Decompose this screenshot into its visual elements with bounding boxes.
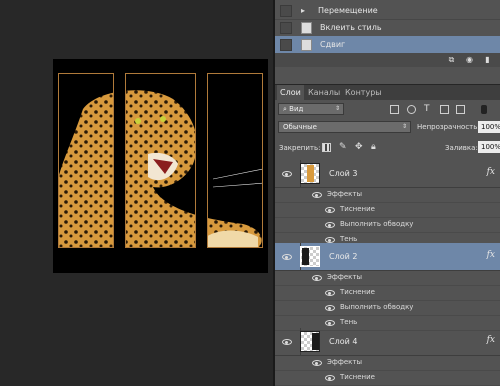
document-workspace[interactable] — [0, 0, 273, 386]
checkerboard-lock-icon[interactable] — [322, 143, 331, 152]
layer-row[interactable]: Слой 4 fx — [275, 328, 500, 356]
chevron-down-icon: ⇕ — [401, 123, 407, 130]
trash-icon[interactable]: ▮ — [483, 56, 492, 64]
eye-icon[interactable] — [282, 254, 292, 260]
opacity-input[interactable]: 100% — [478, 121, 500, 133]
eye-column — [275, 243, 301, 270]
eye-icon[interactable] — [325, 290, 335, 296]
history-footer: ⧉ ◉ ▮ — [275, 53, 500, 67]
eye-icon[interactable] — [312, 192, 322, 198]
history-item-nudge[interactable]: Сдвиг — [275, 36, 500, 54]
effect-row[interactable]: Тиснение — [275, 286, 500, 301]
move-icon[interactable]: ✥ — [355, 143, 363, 152]
brush-icon[interactable]: ✎ — [339, 143, 347, 152]
effect-label: Тень — [340, 318, 358, 326]
adjustment-filter-icon[interactable] — [407, 105, 416, 114]
effects-label: Эффекты — [327, 358, 362, 366]
eye-icon[interactable] — [312, 360, 322, 366]
fill-label: Заливка: — [445, 144, 478, 152]
layer-name[interactable]: Слой 3 — [329, 169, 357, 178]
text-filter-icon[interactable]: T — [424, 105, 430, 114]
eye-icon[interactable] — [325, 375, 335, 381]
effect-label: Тиснение — [340, 205, 375, 213]
eye-icon[interactable] — [325, 207, 335, 213]
layer-filter-select[interactable]: ⌕ Вид ⇕ — [278, 103, 344, 115]
document-icon — [301, 38, 312, 51]
history-item-label: Перемещение — [318, 6, 378, 15]
effect-row[interactable]: Выполнить обводку — [275, 218, 500, 233]
fx-icon[interactable]: fx — [487, 250, 495, 260]
effects-row[interactable]: Эффекты — [275, 356, 500, 371]
layer-row-selected[interactable]: Слой 2 fx — [275, 243, 500, 271]
history-item-move[interactable]: ▸ Перемещение — [275, 2, 500, 20]
frame-panel-1 — [58, 73, 114, 248]
effects-row[interactable]: Эффекты — [275, 188, 500, 203]
right-panel-dock: ▸ Перемещение Вклеить стиль Сдвиг ⧉ ◉ ▮ … — [275, 0, 500, 386]
eye-icon[interactable] — [282, 171, 292, 177]
effects-row[interactable]: Эффекты — [275, 271, 500, 286]
filter-select-value: Вид — [289, 105, 304, 113]
document-icon — [301, 21, 312, 34]
smart-object-filter-icon[interactable] — [456, 105, 465, 114]
eye-column — [275, 160, 301, 187]
layer-thumbnail — [300, 246, 320, 267]
effect-label: Выполнить обводку — [340, 220, 414, 228]
filter-toggle[interactable] — [481, 105, 487, 114]
padlock-icon[interactable]: 🔒︎ — [371, 143, 376, 152]
camera-icon[interactable]: ◉ — [465, 56, 474, 64]
history-checkbox[interactable] — [280, 38, 292, 51]
shape-filter-icon[interactable] — [440, 105, 449, 114]
eye-column — [275, 328, 301, 355]
fx-icon[interactable]: fx — [487, 167, 495, 177]
layer-name[interactable]: Слой 2 — [329, 252, 357, 261]
lock-label: Закрепить: — [279, 144, 321, 152]
frame-panel-3 — [207, 73, 263, 248]
tab-paths[interactable]: Контуры — [342, 85, 385, 100]
blend-mode-select[interactable]: Обычные ⇕ — [278, 121, 411, 133]
layer-name[interactable]: Слой 4 — [329, 337, 357, 346]
layer-thumbnail — [300, 163, 320, 184]
document-canvas[interactable] — [53, 59, 268, 273]
layer-filter-row: ⌕ Вид ⇕ T — [275, 99, 500, 119]
history-item-label: Вклеить стиль — [320, 23, 382, 32]
effect-row[interactable]: Тиснение — [275, 203, 500, 218]
panel-tabs: Слои Каналы Контуры — [275, 84, 500, 100]
new-document-icon[interactable]: ⧉ — [447, 56, 456, 64]
opacity-label: Непрозрачность: — [417, 123, 480, 131]
image-filter-icon[interactable] — [390, 105, 399, 114]
tab-layers[interactable]: Слои — [277, 85, 304, 100]
fill-input[interactable]: 100% — [478, 141, 500, 153]
fx-icon[interactable]: fx — [487, 335, 495, 345]
effect-label: Тень — [340, 235, 358, 243]
effects-label: Эффекты — [327, 273, 362, 281]
effect-row[interactable]: Выполнить обводку — [275, 301, 500, 316]
effect-row[interactable]: Тиснение — [275, 371, 500, 386]
eye-icon[interactable] — [325, 320, 335, 326]
lock-row: Закрепить: ✎ ✥ 🔒︎ Заливка: 100% — [275, 138, 500, 158]
layers-list[interactable]: Слой 3 fx Эффекты Тиснение Выполнить обв… — [275, 158, 500, 386]
history-checkbox[interactable] — [280, 21, 292, 34]
effect-label: Тиснение — [340, 373, 375, 381]
chevron-down-icon: ⇕ — [334, 105, 340, 112]
effect-label: Тиснение — [340, 288, 375, 296]
eye-icon[interactable] — [325, 222, 335, 228]
frame-panel-2 — [125, 73, 196, 248]
history-item-label: Сдвиг — [320, 40, 346, 49]
layer-thumbnail — [300, 331, 320, 352]
eye-icon[interactable] — [325, 305, 335, 311]
move-tool-icon: ▸ — [301, 5, 306, 15]
eye-icon[interactable] — [312, 275, 322, 281]
layer-row[interactable]: Слой 3 fx — [275, 160, 500, 188]
history-item-paste-style[interactable]: Вклеить стиль — [275, 19, 500, 37]
effect-label: Выполнить обводку — [340, 303, 414, 311]
blend-row: Обычные ⇕ Непрозрачность: 100% — [275, 118, 500, 138]
blend-mode-value: Обычные — [283, 123, 317, 131]
effects-label: Эффекты — [327, 190, 362, 198]
eye-icon[interactable] — [282, 339, 292, 345]
tab-channels[interactable]: Каналы — [305, 85, 343, 100]
history-checkbox[interactable] — [280, 4, 292, 17]
